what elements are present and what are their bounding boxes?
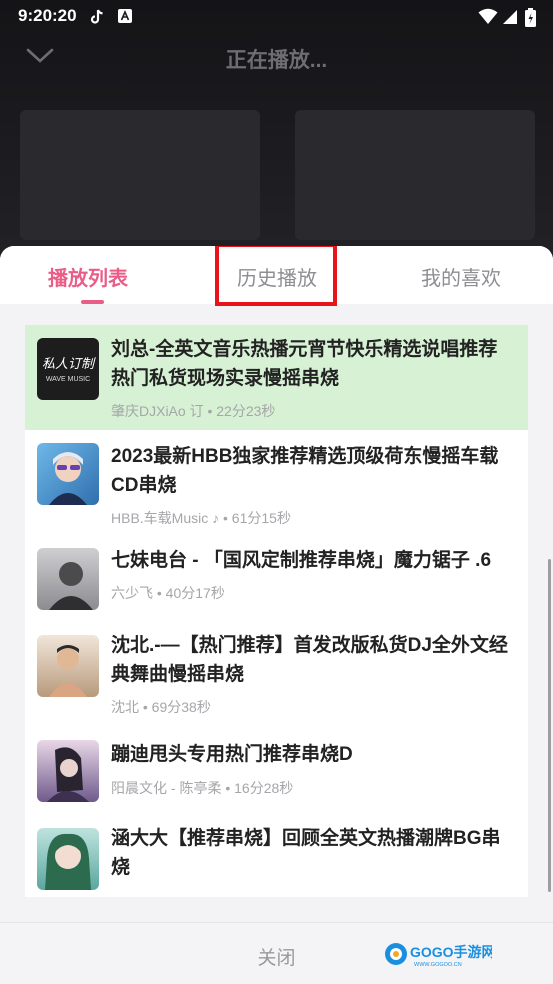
now-playing-title: 正在播放... [225,49,328,72]
app-a-icon [118,9,132,23]
history-tab-highlight [215,246,337,306]
track-meta: HBB.车载Music ♪ • 61分15秒 [111,510,291,526]
now-playing-background [0,0,553,260]
list-item[interactable]: 沈北.-—【热门推荐】首发改版私货DJ全外文经典舞曲慢摇串烧 沈北 • 69分3… [25,617,528,729]
track-meta: 沈北 • 69分38秒 [111,699,211,715]
list-item[interactable]: 七妹电台 - 「国风定制推荐串烧」魔力锯子 .6 六少飞 • 40分17秒 [25,537,528,617]
track-cover [37,443,99,505]
track-cover [37,548,99,610]
status-time: 9:20:20 [18,6,77,25]
track-cover [37,740,99,802]
svg-text:WAVE MUSIC: WAVE MUSIC [46,376,90,383]
track-cover [37,635,99,697]
list-item[interactable]: 私人订制 WAVE MUSIC 刘总-全英文音乐热播元宵节快乐精选说唱推荐热门私… [25,325,528,430]
list-item[interactable]: 2023最新HBB独家推荐精选顶级荷东慢摇车载CD串烧 HBB.车载Music … [25,430,528,537]
track-title: 蹦迪甩头专用热门推荐串烧D [111,744,353,765]
playlist-sheet: 播放列表 历史播放 我的喜欢 私人订制 WAVE MUSIC 刘总-全英文音乐热… [0,246,553,984]
track-title: 七妹电台 - 「国风定制推荐串烧」魔力锯子 .6 [111,550,492,571]
tiktok-icon [90,9,103,24]
svg-text:私人订制: 私人订制 [42,357,96,372]
battery-icon [525,8,536,27]
track-meta: 六少飞 • 40分17秒 [111,585,225,601]
track-meta: 阳晨文化 - 陈亭柔 • 16分28秒 [111,780,294,796]
track-meta: 肇庆DJXiAo 订 • 22分23秒 [111,403,276,419]
track-title: 2023最新HBB独家推荐精选顶级荷东慢摇车载CD串烧 [111,446,499,496]
list-item[interactable]: 蹦迪甩头专用热门推荐串烧D 阳晨文化 - 陈亭柔 • 16分28秒 [25,729,528,812]
tab-favorites[interactable]: 我的喜欢 [421,262,501,291]
bottom-bar: 关闭 GOGO手游网 WWW.GOGOO.CN [0,922,553,984]
tab-playlist[interactable]: 播放列表 [48,262,128,291]
track-title: 沈北.-—【热门推荐】首发改版私货DJ全外文经典舞曲慢摇串烧 [111,635,508,685]
track-title: 涵大大【推荐串烧】回顾全英文热播潮牌BG串烧 [111,828,501,878]
signal-icon [503,10,517,24]
tab-bar: 播放列表 历史播放 我的喜欢 [0,246,553,306]
active-tab-indicator [81,300,104,304]
list-item[interactable]: 涵大大【推荐串烧】回顾全英文热播潮牌BG串烧 [25,812,528,897]
track-cover [37,828,99,890]
status-bar: 9:20:20 [0,0,553,34]
watermark-url: WWW.GOGOO.CN [414,962,462,968]
playlist[interactable]: 私人订制 WAVE MUSIC 刘总-全英文音乐热播元宵节快乐精选说唱推荐热门私… [25,325,528,897]
watermark-text: GOGO手游网 [410,944,492,960]
track-cover: 私人订制 WAVE MUSIC [37,338,99,400]
list-scrollbar[interactable] [548,559,551,892]
wifi-icon [478,8,498,24]
gogo-watermark-logo: GOGO手游网 WWW.GOGOO.CN [385,943,492,968]
track-title: 刘总-全英文音乐热播元宵节快乐精选说唱推荐热门私货现场实录慢摇串烧 [111,339,498,389]
